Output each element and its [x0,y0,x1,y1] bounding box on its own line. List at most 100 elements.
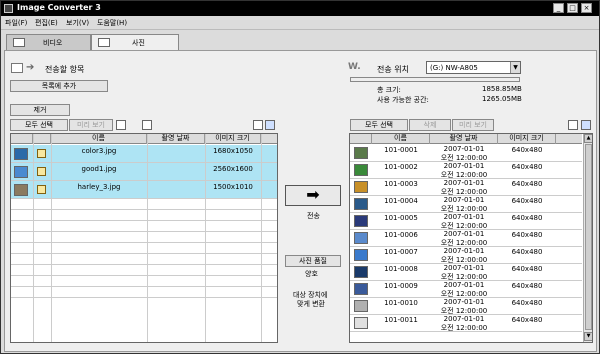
image-size: 640x480 [511,231,543,239]
table-row[interactable]: 101-0008 2007-01-01 오전 12:00:00 640x480 [350,264,582,281]
scroll-thumb[interactable] [585,144,592,330]
menu-edit[interactable]: 편집(E) [35,18,58,28]
table-row[interactable]: 101-0004 2007-01-01 오전 12:00:00 640x480 [350,196,582,213]
shoot-date: 2007-01-01 [443,213,485,221]
device-list-header: 이름 촬영 날짜 이미지 크기 [350,134,582,144]
scroll-down-icon[interactable]: ▼ [584,332,592,341]
photo-thumbnail [14,166,28,178]
menu-file[interactable]: 파일(F) [5,18,27,28]
image-size: 640x480 [511,180,543,188]
shoot-date: 2007-01-01 [443,230,485,238]
menu-help[interactable]: 도움말(H) [97,18,127,28]
shoot-date: 2007-01-01 [443,298,485,306]
rotate-left-icon[interactable] [116,120,126,130]
transfer-button[interactable]: ➡ [285,185,341,206]
walkman-logo-icon: W. [348,62,361,72]
col-date-header[interactable]: 촬영 날짜 [430,134,498,144]
photo-thumbnail [354,164,368,176]
free-space-value: 1265.05MB [482,95,522,103]
checkbox-icon[interactable] [37,185,46,194]
col-date-header[interactable]: 촬영 날짜 [147,134,205,144]
minimize-button[interactable]: _ [553,3,564,13]
table-row[interactable]: 101-0007 2007-01-01 오전 12:00:00 640x480 [350,247,582,264]
tab-photo-label: 사진 [132,39,145,47]
left-select-all-button[interactable]: 모두 선택 [10,119,68,131]
tab-video-label: 비디오 [43,39,63,47]
photo-thumbnail [354,249,368,261]
list-view-icon[interactable] [265,120,275,130]
tab-photo[interactable]: 사진 [91,34,179,51]
title-bar[interactable]: Image Converter 3 _ □ × [1,1,599,16]
file-name: harley_3.jpg [77,183,121,191]
col-name-header[interactable]: 이름 [51,134,147,144]
right-list-view-icon[interactable] [581,120,591,130]
file-name: 101-0010 [384,299,418,307]
shoot-date: 2007-01-01 [443,179,485,187]
arrow-right-icon: ➔ [26,62,35,73]
photo-thumbnail [354,215,368,227]
shoot-date: 2007-01-01 [443,162,485,170]
table-row[interactable]: 101-0010 2007-01-01 오전 12:00:00 640x480 [350,298,582,315]
right-thumbnail-view-icon[interactable] [568,120,578,130]
image-size: 640x480 [511,214,543,222]
file-name: 101-0001 [384,146,418,154]
file-name: 101-0009 [384,282,418,290]
image-size: 640x480 [511,248,543,256]
image-size: 640x480 [511,282,543,290]
storage-usage-bar [350,77,520,82]
table-row[interactable]: 101-0009 2007-01-01 오전 12:00:00 640x480 [350,281,582,298]
table-row[interactable]: 101-0006 2007-01-01 오전 12:00:00 640x480 [350,230,582,247]
table-row[interactable]: 101-0005 2007-01-01 오전 12:00:00 640x480 [350,213,582,230]
device-list-scrollbar[interactable]: ▲ ▼ [583,134,592,342]
photo-thumbnail [354,317,368,329]
close-button[interactable]: × [581,3,592,13]
video-icon [13,38,25,47]
table-row[interactable]: 101-0002 2007-01-01 오전 12:00:00 640x480 [350,162,582,179]
fit-to-device-label-2: 맞게 변환 [297,300,325,308]
file-name: 101-0003 [384,180,418,188]
add-to-list-button[interactable]: 목록에 추가 [10,80,108,92]
image-size: 640x480 [511,146,543,154]
table-row[interactable]: 101-0001 2007-01-01 오전 12:00:00 640x480 [350,145,582,162]
shoot-date: 2007-01-01 [443,315,485,323]
col-thumb [11,134,33,144]
image-size: 640x480 [511,197,543,205]
checkbox-icon[interactable] [37,149,46,158]
delete-button[interactable]: 삭제 [409,119,451,131]
checkbox-icon[interactable] [37,167,46,176]
file-name: 101-0004 [384,197,418,205]
tab-video[interactable]: 비디오 [6,34,91,50]
image-size: 640x480 [511,163,543,171]
menu-view[interactable]: 보기(V) [66,18,89,28]
left-preview-button[interactable]: 미리 보기 [69,119,113,131]
table-row[interactable]: 101-0011 2007-01-01 오전 12:00:00 640x480 [350,315,582,332]
right-preview-button[interactable]: 미리 보기 [452,119,494,131]
transfer-items-heading: 전송할 항목 [45,65,85,74]
photo-thumbnail [354,181,368,193]
col-size-header[interactable]: 이미지 크기 [498,134,556,144]
remove-button[interactable]: 제거 [10,104,70,116]
total-size-value: 1858.85MB [482,85,522,93]
shoot-date: 2007-01-01 [443,145,485,153]
device-select-value: (G:) NW-A805 [430,64,478,72]
app-window: Image Converter 3 _ □ × 파일(F) 편집(E) 보기(V… [0,0,600,354]
photo-quality-value: 양호 [305,270,318,278]
photo-quality-button[interactable]: 사진 품질 [285,255,341,267]
right-select-all-button[interactable]: 모두 선택 [350,119,408,131]
scroll-up-icon[interactable]: ▲ [584,134,592,143]
chevron-down-icon[interactable]: ▼ [510,62,520,73]
device-select[interactable]: (G:) NW-A805 ▼ [426,61,521,74]
col-size-header[interactable]: 이미지 크기 [205,134,261,144]
maximize-button[interactable]: □ [567,3,578,13]
shoot-date: 2007-01-01 [443,281,485,289]
photo-thumbnail [14,148,28,160]
table-row[interactable]: 101-0003 2007-01-01 오전 12:00:00 640x480 [350,179,582,196]
shoot-date: 2007-01-01 [443,247,485,255]
rotate-right-icon[interactable] [142,120,152,130]
thumbnail-view-icon[interactable] [253,120,263,130]
file-name: 101-0005 [384,214,418,222]
col-name-header[interactable]: 이름 [372,134,430,144]
image-size: 640x480 [511,265,543,273]
photo-thumbnail [14,184,28,196]
transfer-arrow-icon: ➡ [306,185,320,204]
